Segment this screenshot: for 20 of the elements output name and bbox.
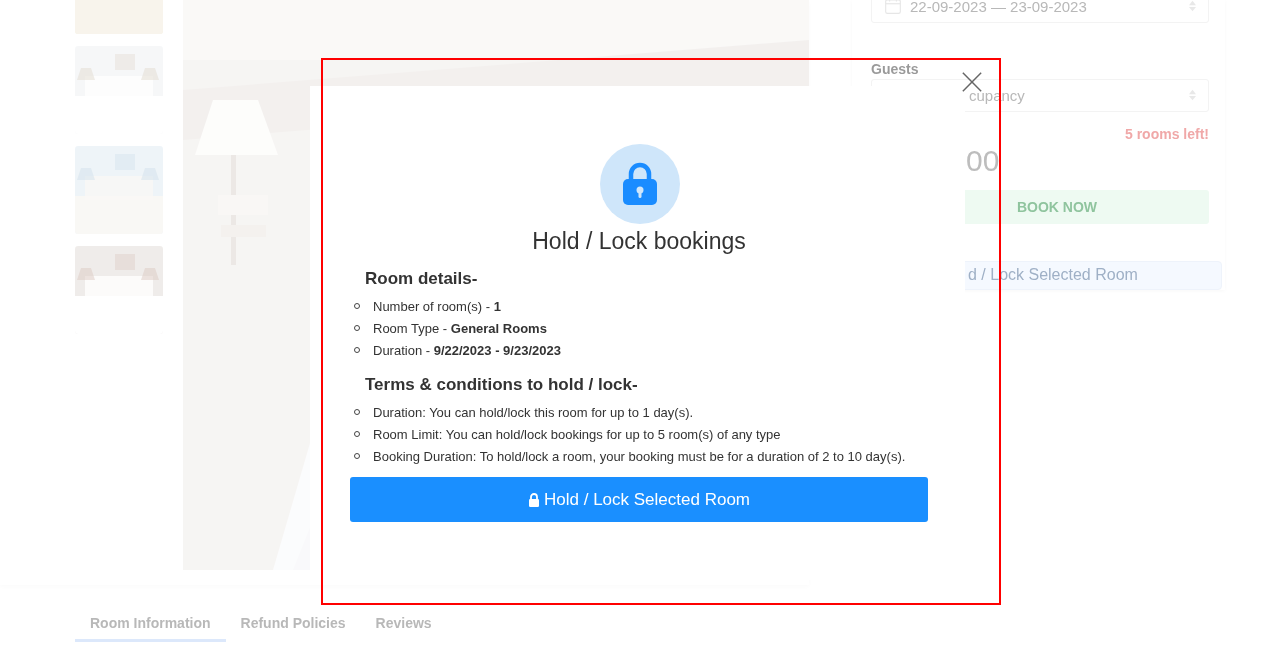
guests-label: Guests [871, 59, 920, 78]
section-heading: Room details- [365, 269, 479, 289]
list-item: Duration: You can hold/lock this room for up to 1 day(s). [373, 404, 694, 420]
tab[interactable]: Refund Policies [225, 611, 361, 642]
tab[interactable]: Room Information [75, 611, 226, 642]
list-item: Booking Duration: To hold/lock a room, your booking must be for a duration of 2 to 10 day(s). [373, 448, 906, 464]
modal-title: Hold / Lock bookings [531, 228, 747, 255]
list-item: Room Type - General Rooms [373, 320, 547, 336]
date-range-field[interactable]: 22-09-2023 — 23-09-2023 [871, 0, 1209, 23]
price-text: 00 [966, 143, 1000, 178]
tab[interactable]: Reviews [360, 611, 447, 642]
hold-lock-button[interactable]: Hold / Lock Selected Room [350, 477, 928, 522]
section-heading: Terms & conditions to hold / lock- [365, 375, 639, 395]
list-item: Number of room(s) - 1 [373, 298, 501, 314]
close-icon[interactable] [961, 71, 983, 93]
lock-icon [528, 492, 540, 507]
calendar-icon [884, 0, 902, 16]
availability-text: 5 rooms left! [1125, 125, 1209, 142]
list-item: Room Limit: You can hold/lock bookings for up to 5 room(s) of any type [373, 426, 781, 442]
list-item: Duration - 9/22/2023 - 9/23/2023 [373, 342, 561, 358]
